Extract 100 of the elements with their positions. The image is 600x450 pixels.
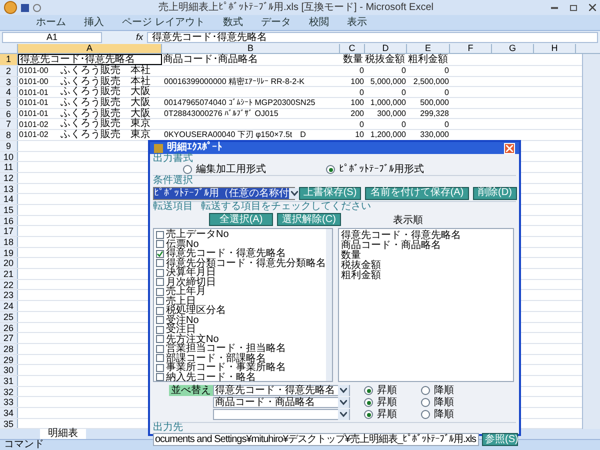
sort-dropdown[interactable]: 得意先コード・得意先略名 [213,385,350,396]
row-header[interactable]: 30 [0,365,18,375]
header-cell[interactable]: 税抜金額 [365,54,405,64]
checkbox[interactable] [156,326,164,334]
list-scrollbar[interactable] [326,229,332,381]
radio-button[interactable] [326,165,335,174]
maximize-icon[interactable] [570,4,577,10]
checkbox[interactable] [156,335,164,344]
row-header[interactable]: 20 [0,258,18,268]
row-header[interactable]: 16 [0,216,18,226]
radio-button[interactable] [421,410,430,419]
row-header[interactable]: 8 [0,130,18,140]
row-header[interactable]: 5 [0,98,18,108]
ribbon-tab[interactable]: 校閲 [308,18,329,28]
name-box[interactable]: A1 [2,32,102,43]
checkbox[interactable] [156,344,164,353]
product-cell: 0T28843000276 ﾊﾞﾙﾌﾞｻﾞ OJ015 [164,108,278,119]
row-header[interactable]: 13 [0,184,18,194]
row-header[interactable]: 2 [0,66,18,76]
row-header[interactable]: 10 [0,152,18,162]
header-cell[interactable]: 数量 [343,54,363,64]
close-icon[interactable] [589,4,596,11]
checkbox[interactable] [156,297,164,306]
checkbox[interactable] [156,354,164,362]
row-header[interactable]: 3 [0,76,18,86]
row-header[interactable]: 25 [0,312,18,322]
row-header[interactable]: 21 [0,269,18,279]
number-cell: 0 [360,88,364,97]
fx-label: fx [136,33,144,42]
row-header[interactable]: 27 [0,333,18,343]
order-item[interactable]: 商品コード・商品略名 [341,241,511,251]
row-header[interactable]: 14 [0,194,18,204]
customer-code: 0101-01 [19,88,48,97]
order-item[interactable]: 税抜金額 [341,261,511,271]
row-header[interactable]: 28 [0,344,18,354]
row-header[interactable]: 24 [0,301,18,311]
close-button[interactable] [504,142,515,154]
row-header[interactable]: 7 [0,119,18,130]
radio-button[interactable] [183,165,192,174]
row-header[interactable]: 1 [0,54,18,65]
checkbox[interactable] [156,364,164,372]
ribbon-tab[interactable]: ページ レイアウト [122,18,205,28]
header-cell[interactable]: 商品コード･商品略名 [163,54,258,64]
checkbox[interactable] [156,240,164,248]
radio-button[interactable] [364,410,373,419]
section-label: 転送項目 [153,202,193,212]
header-cell[interactable]: 粗利金額 [408,54,448,64]
checkbox[interactable] [156,250,164,258]
row-header[interactable]: 33 [0,397,18,407]
sort-dropdown[interactable]: 商品コード・商品略名 [213,397,350,408]
row-header[interactable]: 35 [0,418,18,428]
vertical-scrollbar[interactable] [582,54,600,429]
row-header[interactable]: 12 [0,172,18,183]
sheet-tab[interactable]: 明細表 [40,429,86,439]
row-header[interactable]: 19 [0,248,18,258]
ribbon-tab[interactable]: データ [260,18,291,28]
checkbox-label: 営業担当コード・担当略名 [166,344,286,354]
row-header[interactable]: 18 [0,237,18,247]
column-header[interactable]: A [18,44,162,53]
number-cell: 0 [444,66,449,76]
radio-button[interactable] [421,386,430,395]
order-item[interactable]: 得意先コード・得意先略名 [341,231,511,241]
ribbon-tab[interactable]: 表示 [346,18,367,28]
radio-button[interactable] [421,398,430,407]
order-item[interactable]: 数量 [341,251,511,261]
radio-button[interactable] [364,386,373,395]
ribbon-tab[interactable]: 挿入 [84,18,104,28]
radio-button[interactable] [364,398,373,407]
row-header[interactable]: 26 [0,322,18,332]
checkbox[interactable] [156,278,164,286]
checkbox[interactable] [156,259,164,268]
sort-dropdown[interactable] [213,409,350,420]
minimize-icon[interactable] [551,6,558,8]
checkbox[interactable] [156,288,164,296]
row-header[interactable]: 4 [0,87,18,98]
status-text: コマンド [4,440,44,450]
checkbox[interactable] [156,268,164,277]
row-header[interactable]: 31 [0,376,18,386]
row-header[interactable]: 29 [0,354,18,364]
row-header[interactable]: 15 [0,204,18,215]
section-label: 出力書式 [153,154,194,164]
ribbon-tab[interactable]: 数式 [222,18,243,28]
row-header[interactable]: 11 [0,162,18,172]
row-header[interactable]: 9 [0,140,18,150]
number-cell: 100 [350,77,364,86]
row-header[interactable]: 17 [0,226,18,236]
checkbox[interactable] [156,230,164,239]
row-header[interactable]: 6 [0,108,18,118]
number-cell: 0 [444,120,449,129]
row-header[interactable]: 22 [0,280,18,290]
checkbox[interactable] [156,316,164,324]
formula-field[interactable]: 得意先コード･得意先略名 [147,32,598,43]
order-item[interactable]: 粗利金額 [341,271,511,281]
row-header[interactable]: 23 [0,290,18,300]
ribbon-tab[interactable]: ホーム [36,18,66,28]
row-header[interactable]: 34 [0,408,18,418]
checkbox[interactable] [156,306,164,315]
checkbox[interactable] [156,373,164,382]
row-header[interactable]: 32 [0,386,18,396]
output-path-field[interactable]: ocuments and Settings¥mituhiro¥デスクトップ¥売上明細表_ﾋﾟﾎﾞｯﾄﾃｰﾌﾞﾙ用.xls [153,433,479,446]
